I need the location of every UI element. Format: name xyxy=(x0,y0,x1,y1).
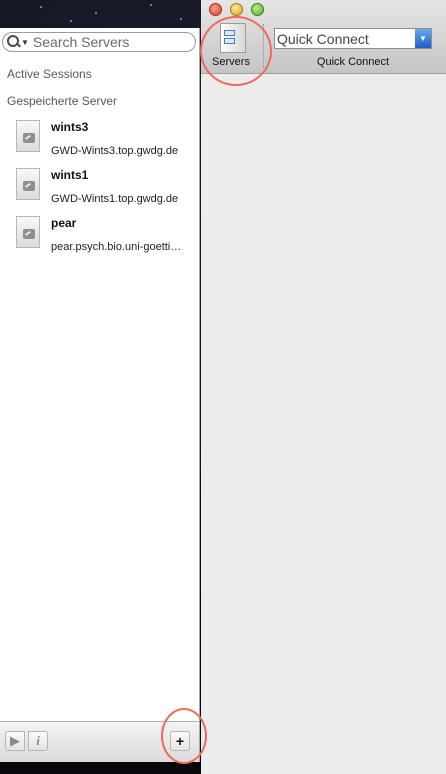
zoom-window-button[interactable] xyxy=(251,3,264,16)
server-name: pear xyxy=(51,216,77,230)
main-window: Servers ▼ Quick Connect xyxy=(201,0,446,774)
server-host: GWD-Wints1.top.gwdg.de xyxy=(51,193,179,205)
annotation-circle-add xyxy=(161,708,207,764)
server-item-wints3[interactable]: wints3 GWD-Wints3.top.gwdg.de xyxy=(0,120,186,168)
server-document-icon xyxy=(16,216,40,248)
quick-connect-label: Quick Connect xyxy=(316,56,390,68)
server-host: GWD-Wints3.top.gwdg.de xyxy=(51,145,179,157)
search-icon[interactable] xyxy=(6,34,22,50)
chevron-down-icon[interactable]: ▼ xyxy=(415,29,431,48)
quick-connect-input[interactable] xyxy=(275,29,415,48)
server-host: pear.psych.bio.uni-goettingen.de xyxy=(51,241,185,253)
section-saved-servers: Gespeicherte Server xyxy=(7,94,118,108)
server-name: wints3 xyxy=(51,120,89,134)
info-icon: i xyxy=(36,733,40,748)
main-content-area xyxy=(201,74,446,774)
play-icon: ▶ xyxy=(10,733,20,748)
quick-connect-combobox[interactable]: ▼ xyxy=(274,28,432,49)
server-document-icon xyxy=(16,168,40,200)
server-item-pear[interactable]: pear pear.psych.bio.uni-goettingen.de xyxy=(0,216,186,264)
server-name: wints1 xyxy=(51,168,89,182)
server-item-wints1[interactable]: wints1 GWD-Wints1.top.gwdg.de xyxy=(0,168,186,216)
minimize-window-button[interactable] xyxy=(230,3,243,16)
play-button[interactable]: ▶ xyxy=(5,731,25,751)
section-active-sessions: Active Sessions xyxy=(7,67,92,81)
server-document-icon xyxy=(16,120,40,152)
servers-drawer: ▼ Active Sessions Gespeicherte Server wi… xyxy=(0,28,200,762)
annotation-circle-servers xyxy=(200,16,272,86)
search-input[interactable] xyxy=(32,34,183,50)
chevron-down-icon[interactable]: ▼ xyxy=(21,38,29,47)
info-button[interactable]: i xyxy=(28,731,48,751)
close-window-button[interactable] xyxy=(209,3,222,16)
search-field[interactable]: ▼ xyxy=(2,32,196,52)
